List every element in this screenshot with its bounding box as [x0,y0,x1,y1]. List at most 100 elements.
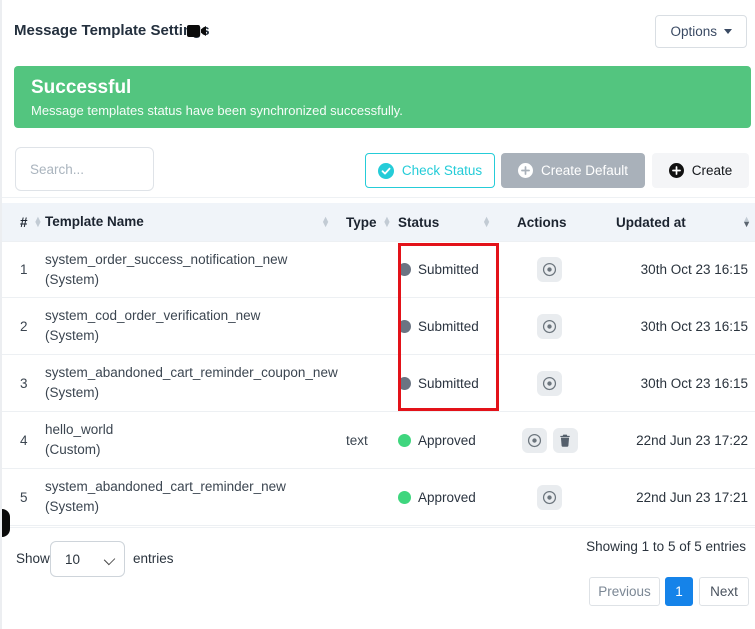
col-header-index[interactable]: # ▲▼ [2,215,38,230]
template-type: text [340,433,392,448]
create-default-label: Create Default [541,163,628,178]
actions-cell [505,485,610,510]
status-badge: Submitted [418,262,479,277]
chevron-down-icon [724,29,732,34]
alert-message: Message templates status have been synch… [31,103,734,118]
trash-icon [558,433,572,448]
plus-circle-icon [518,163,533,178]
status-cell: Approved [392,433,505,448]
col-header-type[interactable]: Type ▲▼ [340,215,392,230]
eye-icon [542,376,557,391]
template-origin: (System) [45,326,340,346]
template-origin: (System) [45,383,340,403]
page-header: Message Template Settings Options [2,0,755,56]
table-row: 4hello_world(Custom)textApproved22nd Jun… [2,412,755,469]
status-dot [398,491,411,504]
updated-at: 30th Oct 23 16:15 [610,262,755,277]
col-header-actions: Actions [505,215,610,230]
status-badge: Submitted [418,376,479,391]
search-input[interactable] [15,147,154,191]
view-button[interactable] [522,428,547,453]
updated-at: 30th Oct 23 16:15 [610,319,755,334]
show-label: Show [16,551,50,566]
row-index: 1 [2,262,38,277]
template-name: hello_world(Custom) [38,420,340,459]
template-name: system_abandoned_cart_reminder_new(Syste… [38,477,340,516]
success-alert: Successful Message templates status have… [14,66,751,128]
template-name-text: hello_world [45,420,340,440]
left-edge-artifact [2,509,10,537]
sort-icon-active: ▲▼ [742,217,751,227]
updated-at: 30th Oct 23 16:15 [610,376,755,391]
view-button[interactable] [537,485,562,510]
create-label: Create [692,163,733,178]
alert-title: Successful [31,76,734,101]
check-circle-icon [378,163,394,179]
actions-cell [505,371,610,396]
table-row: 1system_order_success_notification_new(S… [2,241,755,298]
row-index: 3 [2,376,38,391]
status-cell: Submitted [392,319,505,334]
actions-cell [505,428,610,453]
next-page-button[interactable]: Next [699,577,749,606]
sort-icon: ▲▼ [482,217,491,227]
status-cell: Submitted [392,376,505,391]
eye-icon [542,262,557,277]
template-name: system_cod_order_verification_new(System… [38,306,340,345]
plus-circle-icon [669,163,684,178]
status-cell: Submitted [392,262,505,277]
status-dot [398,320,411,333]
table-row: 5system_abandoned_cart_reminder_new(Syst… [2,469,755,526]
status-badge: Approved [418,433,476,448]
eye-icon [542,319,557,334]
page-size-select[interactable]: 10 [50,541,125,577]
message-template-settings-page: Message Template Settings Options Succes… [0,0,755,629]
status-badge: Submitted [418,319,479,334]
template-name-text: system_abandoned_cart_reminder_coupon_ne… [45,363,340,383]
create-button[interactable]: Create [652,153,749,188]
view-button[interactable] [537,257,562,282]
table-row: 2system_cod_order_verification_new(Syste… [2,298,755,355]
template-origin: (System) [45,270,340,290]
page-1-button[interactable]: 1 [665,577,693,606]
toolbar-divider [2,197,755,198]
templates-table: # ▲▼ Template Name ▲▼ Type ▲▼ Status ▲▼ … [2,203,755,526]
sort-icon: ▲▼ [383,217,392,227]
sort-icon: ▲▼ [321,217,330,227]
delete-button[interactable] [553,428,578,453]
status-dot [398,377,411,390]
options-button-label: Options [670,24,717,39]
actions-cell [505,257,610,282]
row-index: 5 [2,490,38,505]
template-origin: (Custom) [45,440,340,460]
template-name-text: system_order_success_notification_new [45,250,340,270]
view-button[interactable] [537,314,562,339]
template-name: system_order_success_notification_new(Sy… [38,250,340,289]
check-status-button[interactable]: Check Status [365,153,495,188]
view-button[interactable] [537,371,562,396]
row-index: 4 [2,433,38,448]
results-summary: Showing 1 to 5 of 5 entries [586,539,746,554]
table-bottom-divider [2,527,755,528]
table-header-row: # ▲▼ Template Name ▲▼ Type ▲▼ Status ▲▼ … [2,203,755,241]
template-name-text: system_cod_order_verification_new [45,306,340,326]
check-status-label: Check Status [402,163,482,178]
updated-at: 22nd Jun 23 17:22 [610,433,755,448]
template-name-text: system_abandoned_cart_reminder_new [45,477,340,497]
options-button[interactable]: Options [655,15,747,48]
status-dot [398,263,411,276]
page-title: Message Template Settings [14,22,210,39]
status-cell: Approved [392,490,505,505]
template-origin: (System) [45,497,340,517]
eye-icon [527,433,542,448]
status-dot [398,434,411,447]
col-header-status[interactable]: Status ▲▼ [392,215,505,230]
create-default-button[interactable]: Create Default [501,153,645,188]
col-header-template-name[interactable]: Template Name ▲▼ [38,212,340,232]
video-camera-icon [187,23,207,39]
eye-icon [542,490,557,505]
col-header-updated-at[interactable]: Updated at ▲▼ [610,215,755,230]
row-index: 2 [2,319,38,334]
status-badge: Approved [418,490,476,505]
previous-page-button[interactable]: Previous [589,577,660,606]
